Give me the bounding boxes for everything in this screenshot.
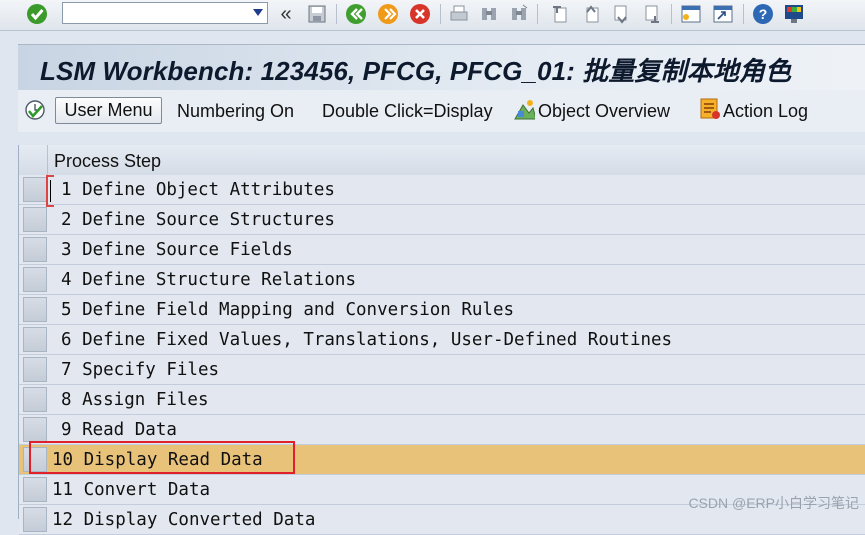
object-overview-icon [513, 98, 535, 120]
row-selector[interactable] [23, 507, 47, 532]
cancel-icon[interactable] [409, 3, 431, 25]
row-selector[interactable] [23, 267, 47, 292]
user-menu-button[interactable]: User Menu [55, 97, 162, 124]
process-step-table: Process Step 1 Define Object Attributes … [18, 145, 865, 535]
table-row[interactable]: 4 Define Structure Relations [19, 265, 865, 295]
text-caret [50, 180, 51, 202]
page-title: LSM Workbench: 123456, PFCG, PFCG_01: 批量… [40, 56, 792, 86]
enter-icon[interactable] [26, 3, 48, 25]
annotation-highlight-box [29, 441, 295, 474]
row-selector[interactable] [23, 297, 47, 322]
process-step-text[interactable]: 2 Define Source Structures [61, 210, 335, 230]
process-step-text[interactable]: 1 Define Object Attributes [61, 180, 335, 200]
column-header-process-step[interactable]: Process Step [54, 151, 161, 172]
exit-icon[interactable] [377, 3, 399, 25]
user-menu-label: User Menu [64, 100, 153, 120]
chevron-down-icon[interactable] [253, 9, 263, 16]
new-session-icon[interactable] [680, 3, 702, 25]
double-click-display-button[interactable]: Double Click=Display [322, 101, 493, 122]
row-selector[interactable] [23, 237, 47, 262]
title-bar: LSM Workbench: 123456, PFCG, PFCG_01: 批量… [18, 44, 865, 91]
numbering-on-button[interactable]: Numbering On [177, 101, 294, 122]
table-row[interactable]: 3 Define Source Fields [19, 235, 865, 265]
process-step-text[interactable]: 11 Convert Data [52, 480, 210, 500]
process-step-text[interactable]: 4 Define Structure Relations [61, 270, 356, 290]
print-icon[interactable] [448, 3, 470, 25]
table-row[interactable]: 5 Define Field Mapping and Conversion Ru… [19, 295, 865, 325]
next-page-icon[interactable] [611, 3, 633, 25]
table-header: Process Step [19, 145, 865, 176]
help-icon[interactable]: ? [752, 3, 774, 25]
table-row[interactable]: 6 Define Fixed Values, Translations, Use… [19, 325, 865, 355]
row-selector[interactable] [23, 357, 47, 382]
process-step-text[interactable]: 7 Specify Files [61, 360, 219, 380]
row-selector[interactable] [23, 417, 47, 442]
save-icon[interactable] [306, 3, 328, 25]
process-step-text[interactable]: 12 Display Converted Data [52, 510, 315, 530]
prev-page-icon[interactable] [580, 3, 602, 25]
action-log-button[interactable]: Action Log [723, 101, 808, 122]
table-row[interactable]: 1 Define Object Attributes [19, 175, 865, 205]
row-selector[interactable] [23, 327, 47, 352]
find-next-icon[interactable] [508, 3, 530, 25]
find-icon[interactable] [478, 3, 500, 25]
command-field[interactable] [62, 2, 268, 24]
first-page-icon[interactable] [548, 3, 570, 25]
process-step-text[interactable]: 8 Assign Files [61, 390, 209, 410]
row-selector[interactable] [23, 477, 47, 502]
watermark: CSDN @ERP小白学习笔记 [688, 495, 859, 511]
select-all-cell[interactable] [19, 145, 48, 175]
application-toolbar: User Menu Numbering On Double Click=Disp… [18, 90, 865, 132]
row-selector[interactable] [23, 207, 47, 232]
row-selector[interactable] [23, 387, 47, 412]
table-row[interactable]: 7 Specify Files [19, 355, 865, 385]
table-row[interactable]: 2 Define Source Structures [19, 205, 865, 235]
system-toolbar: « ? [0, 0, 865, 31]
action-log-icon [698, 98, 720, 120]
svg-text:?: ? [759, 6, 768, 22]
collapse-command-icon[interactable]: « [275, 3, 297, 25]
customize-layout-icon[interactable] [783, 3, 805, 25]
process-step-text[interactable]: 6 Define Fixed Values, Translations, Use… [61, 330, 672, 350]
last-page-icon[interactable] [642, 3, 664, 25]
table-row[interactable]: 8 Assign Files [19, 385, 865, 415]
back-icon[interactable] [345, 3, 367, 25]
execute-clock-icon[interactable] [24, 99, 46, 121]
row-selector[interactable] [23, 177, 47, 202]
process-step-text[interactable]: 5 Define Field Mapping and Conversion Ru… [61, 300, 514, 320]
shortcut-icon[interactable] [712, 3, 734, 25]
object-overview-button[interactable]: Object Overview [538, 101, 670, 122]
process-step-text[interactable]: 3 Define Source Fields [61, 240, 293, 260]
process-step-text[interactable]: 9 Read Data [61, 420, 177, 440]
